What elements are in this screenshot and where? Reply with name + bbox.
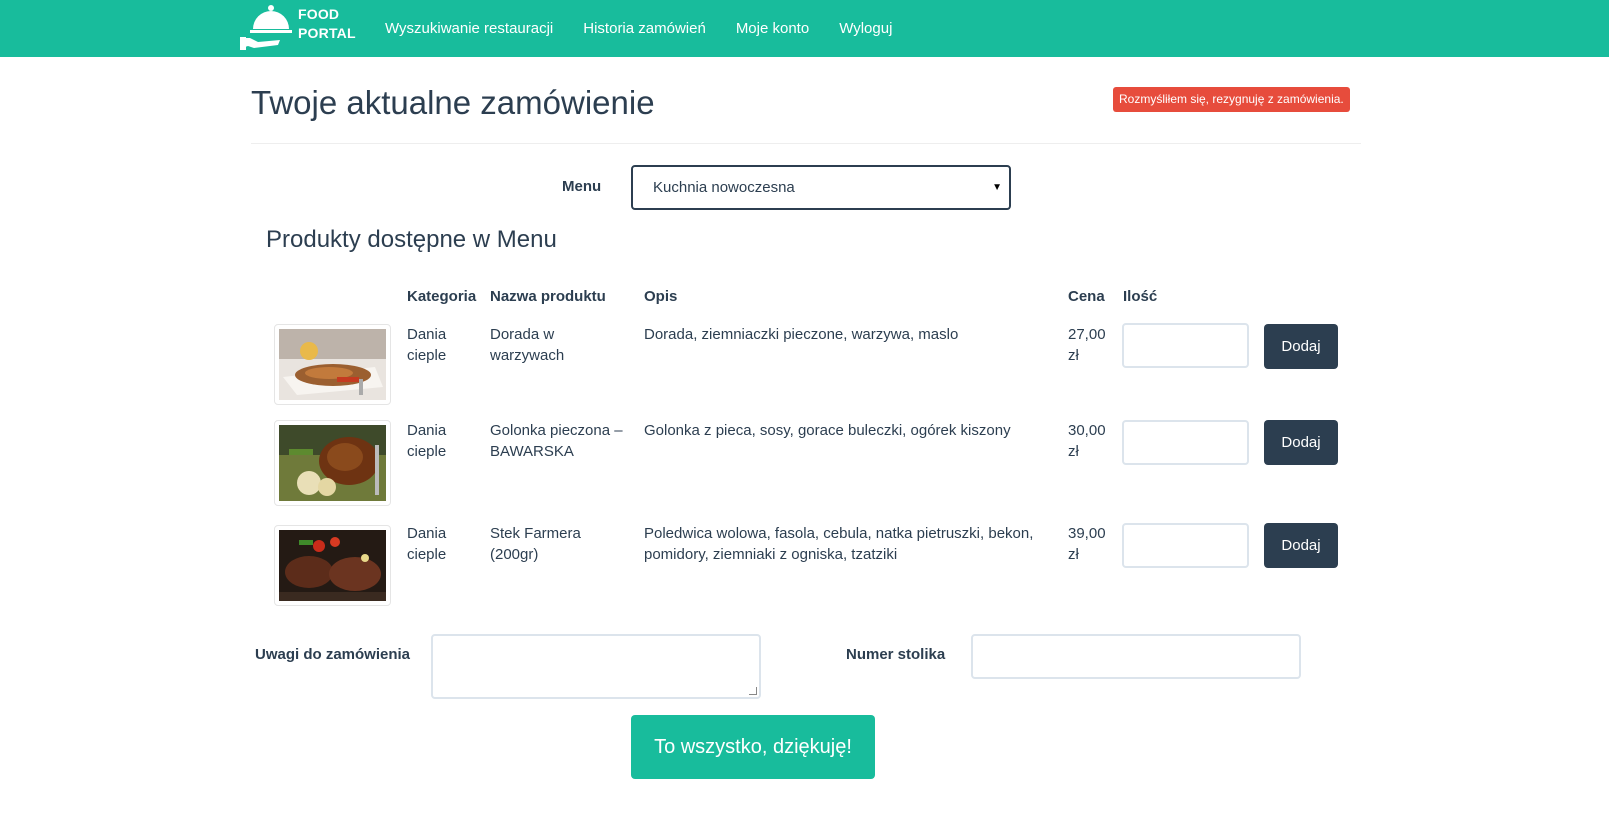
- nav-link-order-history[interactable]: Historia zamówień: [583, 0, 706, 57]
- product-description-line1: Poledwica wolowa, fasola, cebula, natka …: [644, 525, 1034, 542]
- top-navbar: FOOD PORTAL Wyszukiwanie restauracji His…: [0, 0, 1609, 57]
- product-category-line2: cieple: [407, 546, 447, 563]
- quantity-input[interactable]: [1122, 420, 1249, 465]
- product-name-line2: warzywach: [490, 347, 565, 364]
- add-button[interactable]: Dodaj: [1264, 420, 1338, 465]
- pork-knuckle-photo: [274, 420, 391, 506]
- cancel-order-button[interactable]: Rozmyśliłem się, rezygnuję z zamówienia.: [1113, 87, 1350, 112]
- header-category: Kategoria: [407, 288, 477, 305]
- product-name-line1: Dorada w: [490, 326, 555, 343]
- product-price-currency: zł: [1068, 347, 1079, 364]
- resize-grip-icon[interactable]: [749, 687, 757, 695]
- product-category-line1: Dania: [407, 525, 447, 542]
- add-button[interactable]: Dodaj: [1264, 523, 1338, 568]
- brand-text: FOOD PORTAL: [298, 5, 356, 43]
- product-name-line1: Golonka pieczona –: [490, 422, 623, 439]
- header-description: Opis: [644, 288, 678, 305]
- order-notes-label: Uwagi do zamówienia: [255, 646, 411, 663]
- order-notes-textarea[interactable]: [431, 634, 761, 699]
- product-price-currency: zł: [1068, 546, 1079, 563]
- product-name-line2: (200gr): [490, 546, 539, 563]
- menu-select[interactable]: Kuchnia nowoczesna ▼: [631, 165, 1011, 210]
- product-description-line2: pomidory, ziemniaki z ogniska, tzatziki: [644, 546, 898, 563]
- product-description-line1: Golonka z pieca, sosy, gorace buleczki, …: [644, 422, 1011, 439]
- product-name-line1: Stek Farmera: [490, 525, 581, 542]
- brand-logo[interactable]: FOOD PORTAL: [240, 0, 356, 57]
- header-product-name: Nazwa produktu: [490, 288, 606, 305]
- table-number-label: Numer stolika: [846, 646, 946, 663]
- product-price-amount: 27,00: [1068, 326, 1106, 343]
- product-price-amount: 30,00: [1068, 422, 1106, 439]
- section-title: Produkty dostępne w Menu: [266, 226, 557, 253]
- nav-links: Wyszukiwanie restauracji Historia zamówi…: [385, 0, 922, 57]
- table-number-input[interactable]: [971, 634, 1301, 679]
- header-price: Cena: [1068, 288, 1105, 305]
- product-price-currency: zł: [1068, 443, 1079, 460]
- product-description-line1: Dorada, ziemniaczki pieczone, warzywa, m…: [644, 326, 959, 343]
- menu-label: Menu: [562, 178, 602, 195]
- fish-dish-photo: [274, 324, 391, 405]
- submit-order-button[interactable]: To wszystko, dziękuję!: [631, 715, 875, 779]
- product-name-line2: BAWARSKA: [490, 443, 574, 460]
- quantity-input[interactable]: [1122, 323, 1249, 368]
- steak-photo: [274, 525, 391, 606]
- brand-line2: PORTAL: [298, 25, 356, 41]
- nav-link-my-account[interactable]: Moje konto: [736, 0, 809, 57]
- product-category-line1: Dania: [407, 422, 447, 439]
- caret-down-icon: ▼: [992, 182, 1002, 193]
- title-divider: [251, 143, 1361, 144]
- nav-link-logout[interactable]: Wyloguj: [839, 0, 892, 57]
- menu-select-value: Kuchnia nowoczesna: [653, 179, 795, 196]
- cloche-icon: [240, 5, 292, 50]
- header-quantity: Ilość: [1123, 288, 1158, 305]
- product-category-line2: cieple: [407, 347, 447, 364]
- product-category-line1: Dania: [407, 326, 447, 343]
- product-price-amount: 39,00: [1068, 525, 1106, 542]
- page-title: Twoje aktualne zamówienie: [251, 84, 655, 121]
- brand-line1: FOOD: [298, 6, 340, 22]
- add-button[interactable]: Dodaj: [1264, 324, 1338, 369]
- quantity-input[interactable]: [1122, 523, 1249, 568]
- product-category-line2: cieple: [407, 443, 447, 460]
- nav-link-restaurant-search[interactable]: Wyszukiwanie restauracji: [385, 0, 553, 57]
